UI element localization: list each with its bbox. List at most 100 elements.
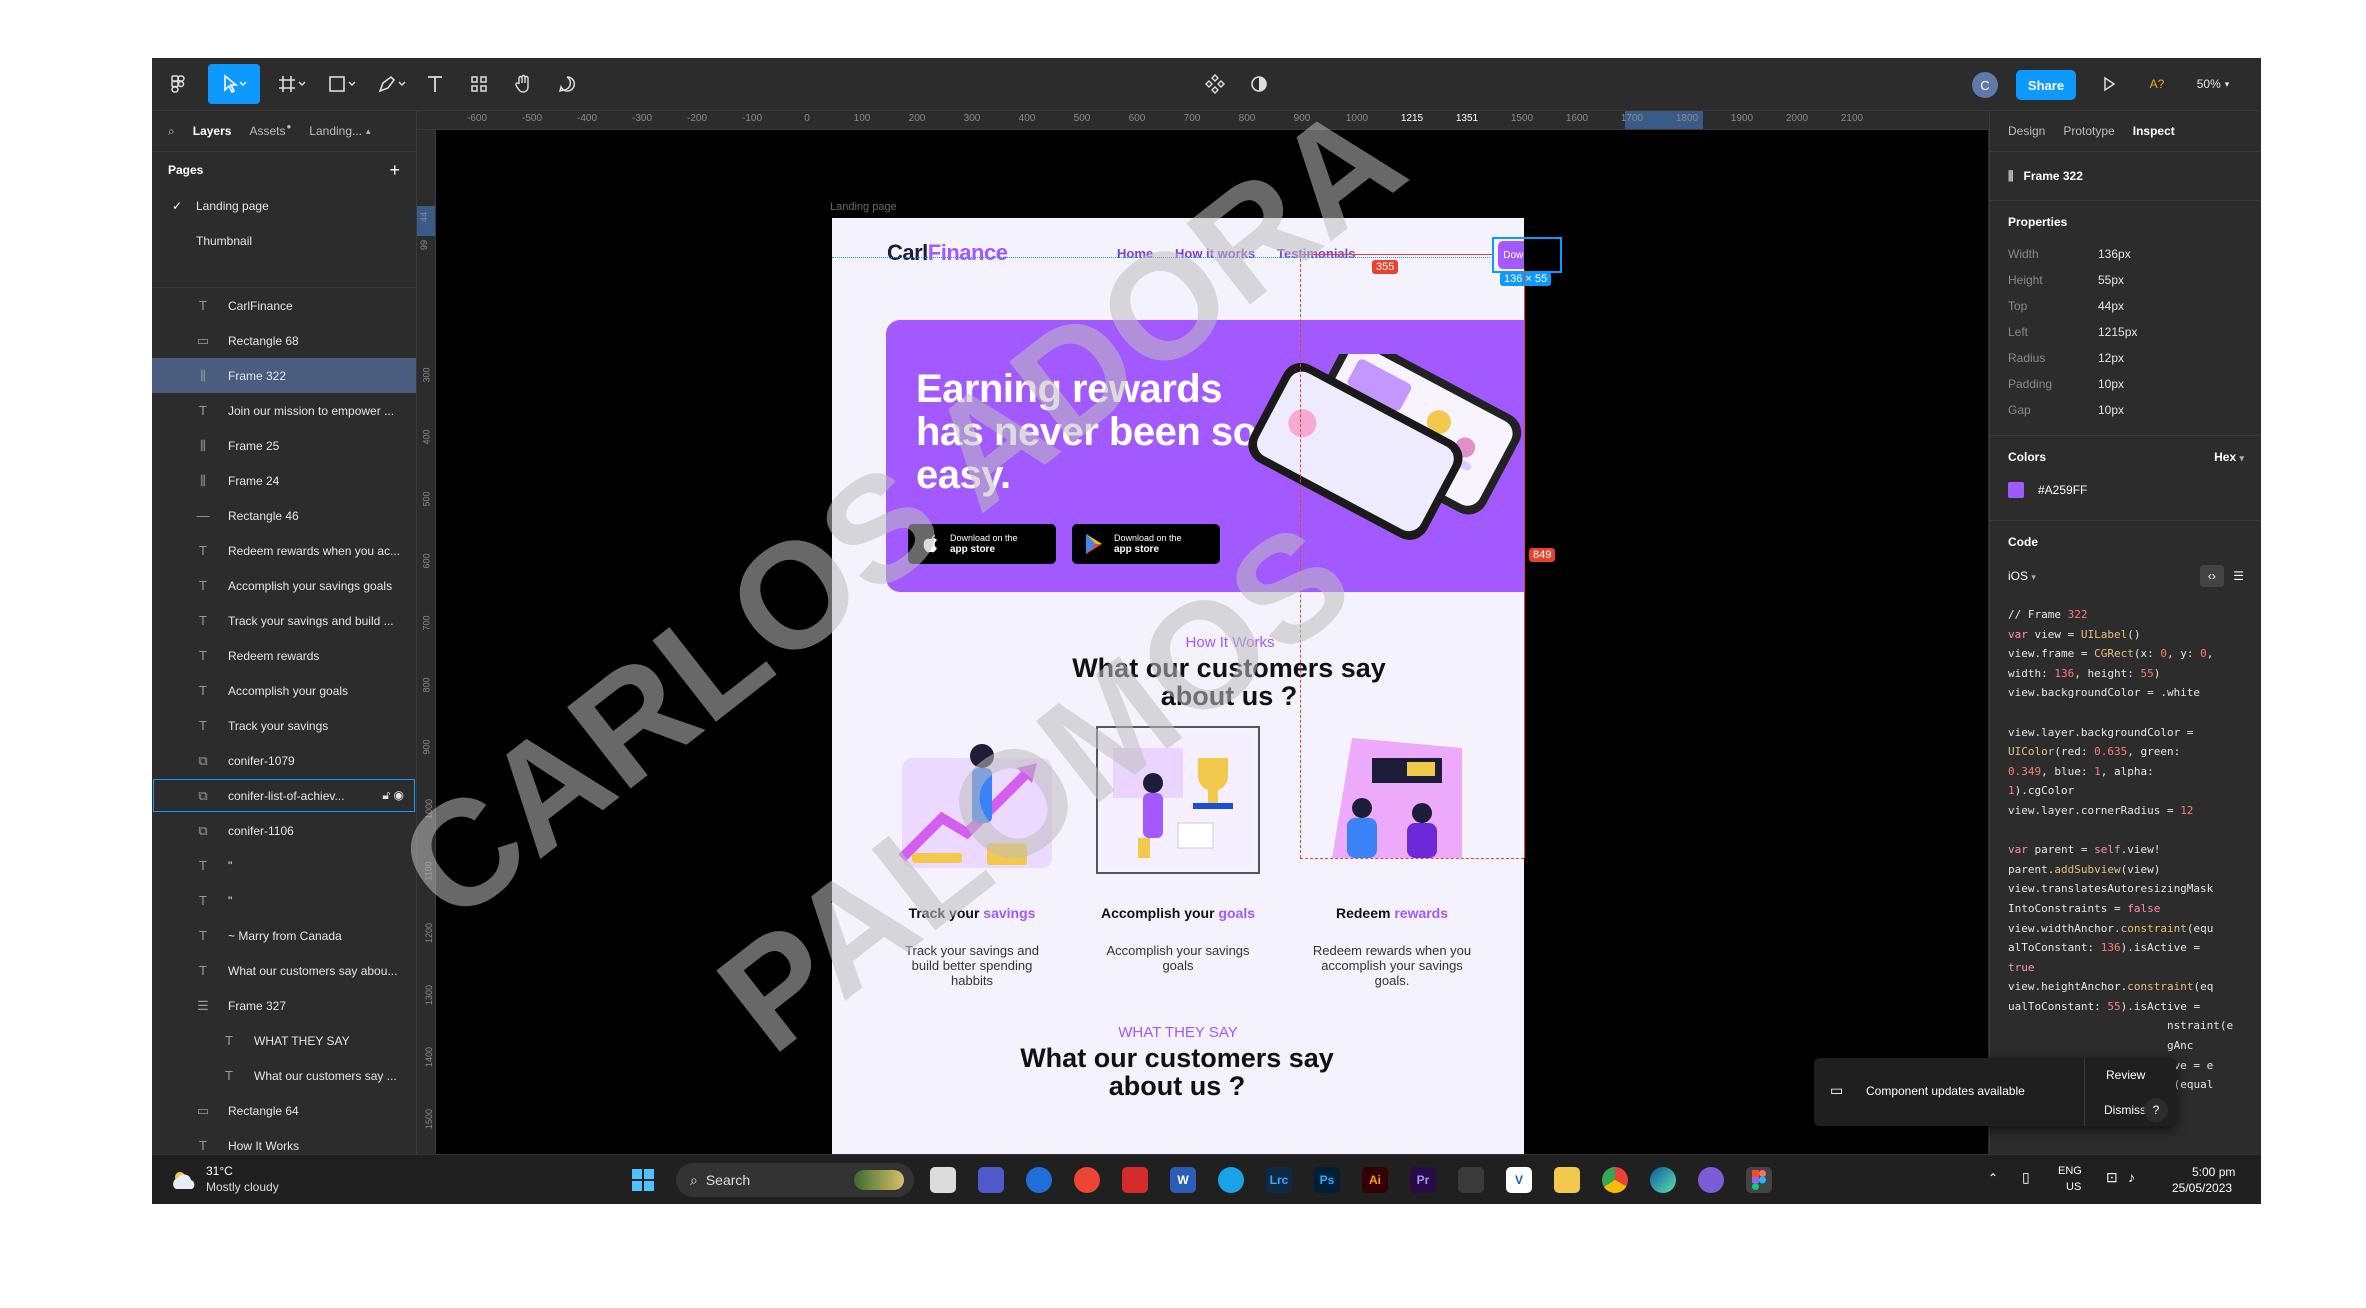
contrast-icon[interactable] xyxy=(1244,64,1274,104)
code-block[interactable]: // Frame 322 var view = UILabel() view.fra… xyxy=(1990,605,2261,1095)
list-icon[interactable]: ☰ xyxy=(2233,569,2244,583)
eye-icon[interactable]: ◉ xyxy=(394,788,404,802)
frame-label[interactable]: Landing page xyxy=(830,201,897,213)
tab-assets[interactable]: Assets xyxy=(249,124,285,138)
text-tool-icon[interactable] xyxy=(420,64,450,104)
layer-row[interactable]: T CarlFinance xyxy=(152,288,416,323)
layer-row[interactable]: ⫼ Frame 25 xyxy=(152,428,416,463)
clock-time[interactable]: 5:00 pm xyxy=(2192,1165,2235,1179)
chrome-icon[interactable] xyxy=(1602,1167,1628,1193)
figma-menu-icon[interactable] xyxy=(162,64,196,104)
davinci-icon[interactable] xyxy=(1458,1167,1484,1193)
rectangle-tool-icon[interactable] xyxy=(322,64,362,104)
volume-icon[interactable]: ♪ xyxy=(2128,1169,2135,1185)
tab-prototype[interactable]: Prototype xyxy=(2063,124,2114,138)
present-play-icon[interactable] xyxy=(2096,64,2122,104)
lang-b[interactable]: US xyxy=(2066,1181,2081,1193)
layer-row[interactable]: ⧉ conifer-list-of-achiev... 🔓︎ ◉ xyxy=(152,778,416,813)
app-store-button[interactable]: Download on the app store xyxy=(908,524,1056,564)
property-value[interactable]: 136px xyxy=(2098,247,2131,261)
hand-tool-icon[interactable] xyxy=(508,64,538,104)
tab-page-name[interactable]: Landing... xyxy=(309,124,362,138)
property-value[interactable]: 44px xyxy=(2098,299,2124,313)
review-button[interactable]: Review xyxy=(2106,1068,2145,1082)
tab-inspect[interactable]: Inspect xyxy=(2133,124,2175,138)
visio-icon[interactable]: V xyxy=(1506,1167,1532,1193)
layer-row[interactable]: T Track your savings xyxy=(152,708,416,743)
avatar[interactable]: C xyxy=(1972,72,1998,98)
viber-icon[interactable] xyxy=(1698,1167,1724,1193)
windows-start-icon[interactable] xyxy=(630,1167,656,1193)
layer-row[interactable]: T Accomplish your savings goals xyxy=(152,568,416,603)
layer-row[interactable]: T Join our mission to empower ... xyxy=(152,393,416,428)
pen-tool-icon[interactable] xyxy=(372,64,412,104)
browser-globe-icon[interactable] xyxy=(1026,1167,1052,1193)
color-format-dropdown[interactable]: Hex ▾ xyxy=(2214,450,2244,464)
move-tool-icon[interactable] xyxy=(208,64,260,104)
layer-row[interactable]: ▭ Rectangle 64 xyxy=(152,1093,416,1128)
play-store-button[interactable]: Download on the app store xyxy=(1072,524,1220,564)
property-value[interactable]: 1215px xyxy=(2098,325,2137,339)
code-lang-dropdown[interactable]: iOS ▾ xyxy=(2008,569,2036,583)
layer-row[interactable]: T What our customers say ... xyxy=(152,1058,416,1093)
layer-row[interactable]: T Accomplish your goals xyxy=(152,673,416,708)
clock-date[interactable]: 25/05/2023 xyxy=(2172,1181,2232,1195)
landing-page-frame[interactable]: CarlFinance Home How it works Testimonia… xyxy=(832,218,1524,1204)
app-red-circle-icon[interactable] xyxy=(1074,1167,1100,1193)
tray-chevron-icon[interactable]: ⌃ xyxy=(1988,1171,1998,1185)
layer-row[interactable]: T Redeem rewards when you ac... xyxy=(152,533,416,568)
color-row[interactable]: #A259FF xyxy=(2008,482,2244,498)
layer-row[interactable]: T " xyxy=(152,883,416,918)
code-view-icon[interactable]: ‹› xyxy=(2199,565,2224,587)
word-icon[interactable]: W xyxy=(1170,1167,1196,1193)
nav-home[interactable]: Home xyxy=(1117,246,1153,261)
dismiss-button[interactable]: Dismiss xyxy=(2104,1103,2146,1117)
premiere-icon[interactable]: Pr xyxy=(1410,1167,1436,1193)
zoom-dropdown[interactable]: 50% ▾ xyxy=(2188,64,2238,104)
page-item[interactable]: Thumbnail xyxy=(152,223,416,258)
layer-row[interactable]: — Rectangle 46 xyxy=(152,498,416,533)
frame-tool-icon[interactable] xyxy=(272,64,312,104)
page-item[interactable]: ✓ Landing page xyxy=(152,188,416,223)
add-page-icon[interactable]: + xyxy=(389,160,400,181)
help-button[interactable]: ? xyxy=(2144,1098,2168,1122)
ai-label[interactable]: A? xyxy=(2142,64,2172,104)
unlock-icon[interactable]: 🔓︎ xyxy=(382,788,390,802)
search-icon[interactable]: ⌕ xyxy=(168,124,175,139)
layer-row[interactable]: ▭ Rectangle 68 xyxy=(152,323,416,358)
canvas[interactable]: Landing page CarlFinance Home How it wor… xyxy=(436,130,1988,1204)
weather-text[interactable]: Mostly cloudy xyxy=(206,1180,279,1194)
comment-tool-icon[interactable] xyxy=(552,64,582,104)
lightroom-classic-icon[interactable]: Lrc xyxy=(1266,1167,1292,1193)
resources-tool-icon[interactable] xyxy=(464,64,494,104)
layer-row[interactable]: T " xyxy=(152,848,416,883)
tab-layers[interactable]: Layers xyxy=(193,124,232,138)
layer-row[interactable]: ⧉ conifer-1079 xyxy=(152,743,416,778)
file-explorer-icon[interactable] xyxy=(1554,1167,1580,1193)
layer-row[interactable]: ⫼ Frame 322 xyxy=(152,358,416,393)
battery-icon[interactable]: ▯ xyxy=(2022,1169,2030,1186)
layer-row[interactable]: T ~ Marry from Canada xyxy=(152,918,416,953)
photoshop-icon[interactable]: Ps xyxy=(1314,1167,1340,1193)
task-view-icon[interactable] xyxy=(930,1167,956,1193)
layer-row[interactable]: T Redeem rewards xyxy=(152,638,416,673)
layer-row[interactable]: ⧉ conifer-1106 xyxy=(152,813,416,848)
property-value[interactable]: 10px xyxy=(2098,403,2124,417)
share-button[interactable]: Share xyxy=(2016,70,2076,100)
logo[interactable]: CarlFinance xyxy=(887,240,1008,266)
property-value[interactable]: 12px xyxy=(2098,351,2124,365)
components-icon[interactable] xyxy=(1200,64,1230,104)
nav-how-it-works[interactable]: How it works xyxy=(1175,246,1255,261)
layer-row[interactable]: ☰ Frame 327 xyxy=(152,988,416,1023)
layer-row[interactable]: T What our customers say abou... xyxy=(152,953,416,988)
illustrator-icon[interactable]: Ai xyxy=(1362,1167,1388,1193)
taskbar-search[interactable]: ⌕ Search xyxy=(676,1163,914,1197)
teams-icon[interactable] xyxy=(978,1167,1004,1193)
layer-row[interactable]: ⫼ Frame 24 xyxy=(152,463,416,498)
figma-taskbar-icon[interactable] xyxy=(1746,1167,1772,1193)
color-hex-value[interactable]: #A259FF xyxy=(2038,483,2087,497)
network-icon[interactable]: ⊡ xyxy=(2106,1169,2118,1186)
app-red-icon[interactable] xyxy=(1122,1167,1148,1193)
layer-row[interactable]: T Track your savings and build ... xyxy=(152,603,416,638)
edge-icon[interactable] xyxy=(1650,1167,1676,1193)
